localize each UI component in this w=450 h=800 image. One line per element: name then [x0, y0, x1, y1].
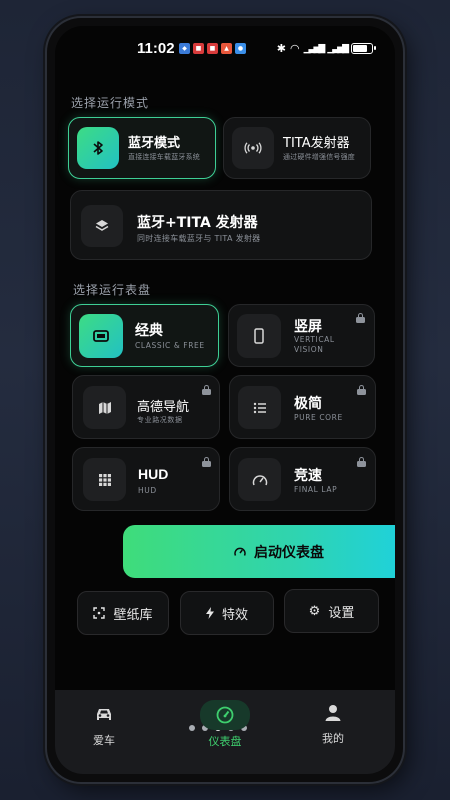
mode-section-label: 选择运行模式: [71, 96, 150, 110]
dashboard-subtitle: PURE CORE: [294, 413, 343, 422]
bluetooth-status-icon: ✱: [276, 42, 287, 55]
notification-app-icon: ▲: [221, 43, 232, 54]
notification-app-icon: ■: [207, 43, 218, 54]
dashboard-subtitle: HUD: [138, 486, 157, 495]
status-bar: 11:02 ◆ ■ ■ ▲ ● ✱ ◠ ▁▃▅▇ ▁▃▅▇: [55, 40, 395, 62]
wallpaper-button[interactable]: 壁纸库: [77, 591, 169, 635]
grid-icon: [83, 458, 126, 501]
system-icons: ✱ ◠ ▁▃▅▇ ▁▃▅▇: [276, 42, 376, 55]
lock-icon: [357, 457, 366, 467]
dashboard-card-vertical[interactable]: 竖屏 VERTICAL VISION: [228, 304, 375, 367]
dashboard-subtitle: VERTICAL VISION: [294, 335, 335, 354]
mode-subtitle: 同时连接车载蓝牙与 TITA 发射器: [137, 234, 261, 243]
effects-label: 特效: [221, 607, 248, 623]
signal-icon: ▁▃▅▇: [327, 43, 349, 54]
bluetooth-icon: [77, 127, 119, 169]
effects-button[interactable]: 特效: [180, 591, 274, 635]
person-icon: [325, 702, 341, 724]
dashboard-title: 极简: [294, 396, 322, 412]
lock-icon: [357, 385, 366, 395]
phone-icon: [237, 314, 281, 358]
broadcast-icon: [232, 127, 274, 169]
tab-profile[interactable]: 我的: [322, 702, 344, 746]
dashboard-section-label: 选择运行表盘: [73, 283, 152, 297]
wallpaper-icon: [93, 607, 106, 619]
mode-subtitle: 通过硬件增强信号强度: [283, 153, 355, 161]
phone-frame: 11:02 ◆ ■ ■ ▲ ● ✱ ◠ ▁▃▅▇ ▁▃▅▇ 选择运行模式 蓝牙模…: [47, 18, 403, 782]
dashboard-card-amap[interactable]: 高德导航 专业路况数据: [72, 375, 220, 439]
tab-label: 仪表盘: [208, 735, 242, 748]
mode-title: 蓝牙模式: [128, 136, 181, 151]
mode-subtitle: 直接连接车载蓝牙系统: [128, 153, 200, 161]
notification-icons: ◆ ■ ■ ▲ ●: [179, 43, 246, 54]
settings-label: 设置: [328, 605, 355, 621]
layers-icon: [81, 205, 123, 247]
dashboard-card-racing[interactable]: 竞速 FINAL LAP: [229, 447, 376, 511]
battery-icon: [351, 43, 376, 54]
tab-label: 爱车: [93, 734, 115, 747]
settings-button[interactable]: ⚙ 设置: [284, 589, 379, 633]
status-time: 11:02: [137, 40, 175, 57]
dashboard-subtitle: CLASSIC & FREE: [135, 341, 205, 350]
dashboard-title: 经典: [135, 323, 163, 339]
dashboard-card-minimal[interactable]: 极简 PURE CORE: [229, 375, 376, 439]
dashboard-title: 竖屏: [294, 319, 322, 335]
start-button-label: 启动仪表盘: [254, 544, 324, 561]
bottom-tab-bar: 爱车 仪表盘 我的: [55, 690, 395, 774]
tab-label: 我的: [322, 732, 344, 745]
notification-app-icon: ●: [235, 43, 246, 54]
gear-icon: ⚙: [308, 603, 321, 619]
speedometer-icon: [238, 458, 281, 501]
dashboard-card-classic[interactable]: 经典 CLASSIC & FREE: [70, 304, 219, 367]
wifi-icon: ◠: [290, 42, 300, 55]
start-dashboard-button[interactable]: 启动仪表盘: [123, 525, 395, 578]
dashboard-title: 竞速: [294, 468, 322, 484]
lock-icon: [356, 313, 365, 323]
signal-icon: ▁▃▅▇: [303, 43, 326, 54]
mode-title: TITA发射器: [283, 136, 350, 151]
wallpaper-label: 壁纸库: [113, 607, 153, 623]
rectangle-icon: [79, 314, 123, 358]
map-icon: [83, 386, 126, 429]
notification-app-icon: ◆: [179, 43, 190, 54]
speedometer-icon: [234, 546, 246, 557]
lightning-icon: [205, 607, 214, 619]
mode-card-bluetooth[interactable]: 蓝牙模式 直接连接车载蓝牙系统: [68, 117, 216, 179]
car-icon: [94, 704, 114, 726]
dashboard-subtitle: FINAL LAP: [294, 485, 338, 494]
dashboard-title: 高德导航: [137, 400, 190, 415]
mode-card-tita[interactable]: TITA发射器 通过硬件增强信号强度: [223, 117, 371, 179]
app-screen: 11:02 ◆ ■ ■ ▲ ● ✱ ◠ ▁▃▅▇ ▁▃▅▇ 选择运行模式 蓝牙模…: [55, 26, 395, 774]
dashboard-card-hud[interactable]: HUD HUD: [72, 447, 220, 511]
list-icon: [238, 386, 281, 429]
dashboard-subtitle: 专业路况数据: [137, 416, 183, 424]
gauge-icon: [200, 700, 250, 730]
notification-app-icon: ■: [193, 43, 204, 54]
tab-dashboard[interactable]: 仪表盘: [200, 700, 250, 749]
mode-title: 蓝牙+TITA 发射器: [137, 215, 258, 231]
lock-icon: [202, 385, 211, 395]
tab-car[interactable]: 爱车: [93, 704, 115, 748]
page-dot: [189, 725, 195, 731]
dashboard-title: HUD: [138, 466, 169, 482]
mode-card-bluetooth-tita[interactable]: 蓝牙+TITA 发射器 同时连接车载蓝牙与 TITA 发射器: [70, 190, 372, 260]
lock-icon: [202, 457, 211, 467]
